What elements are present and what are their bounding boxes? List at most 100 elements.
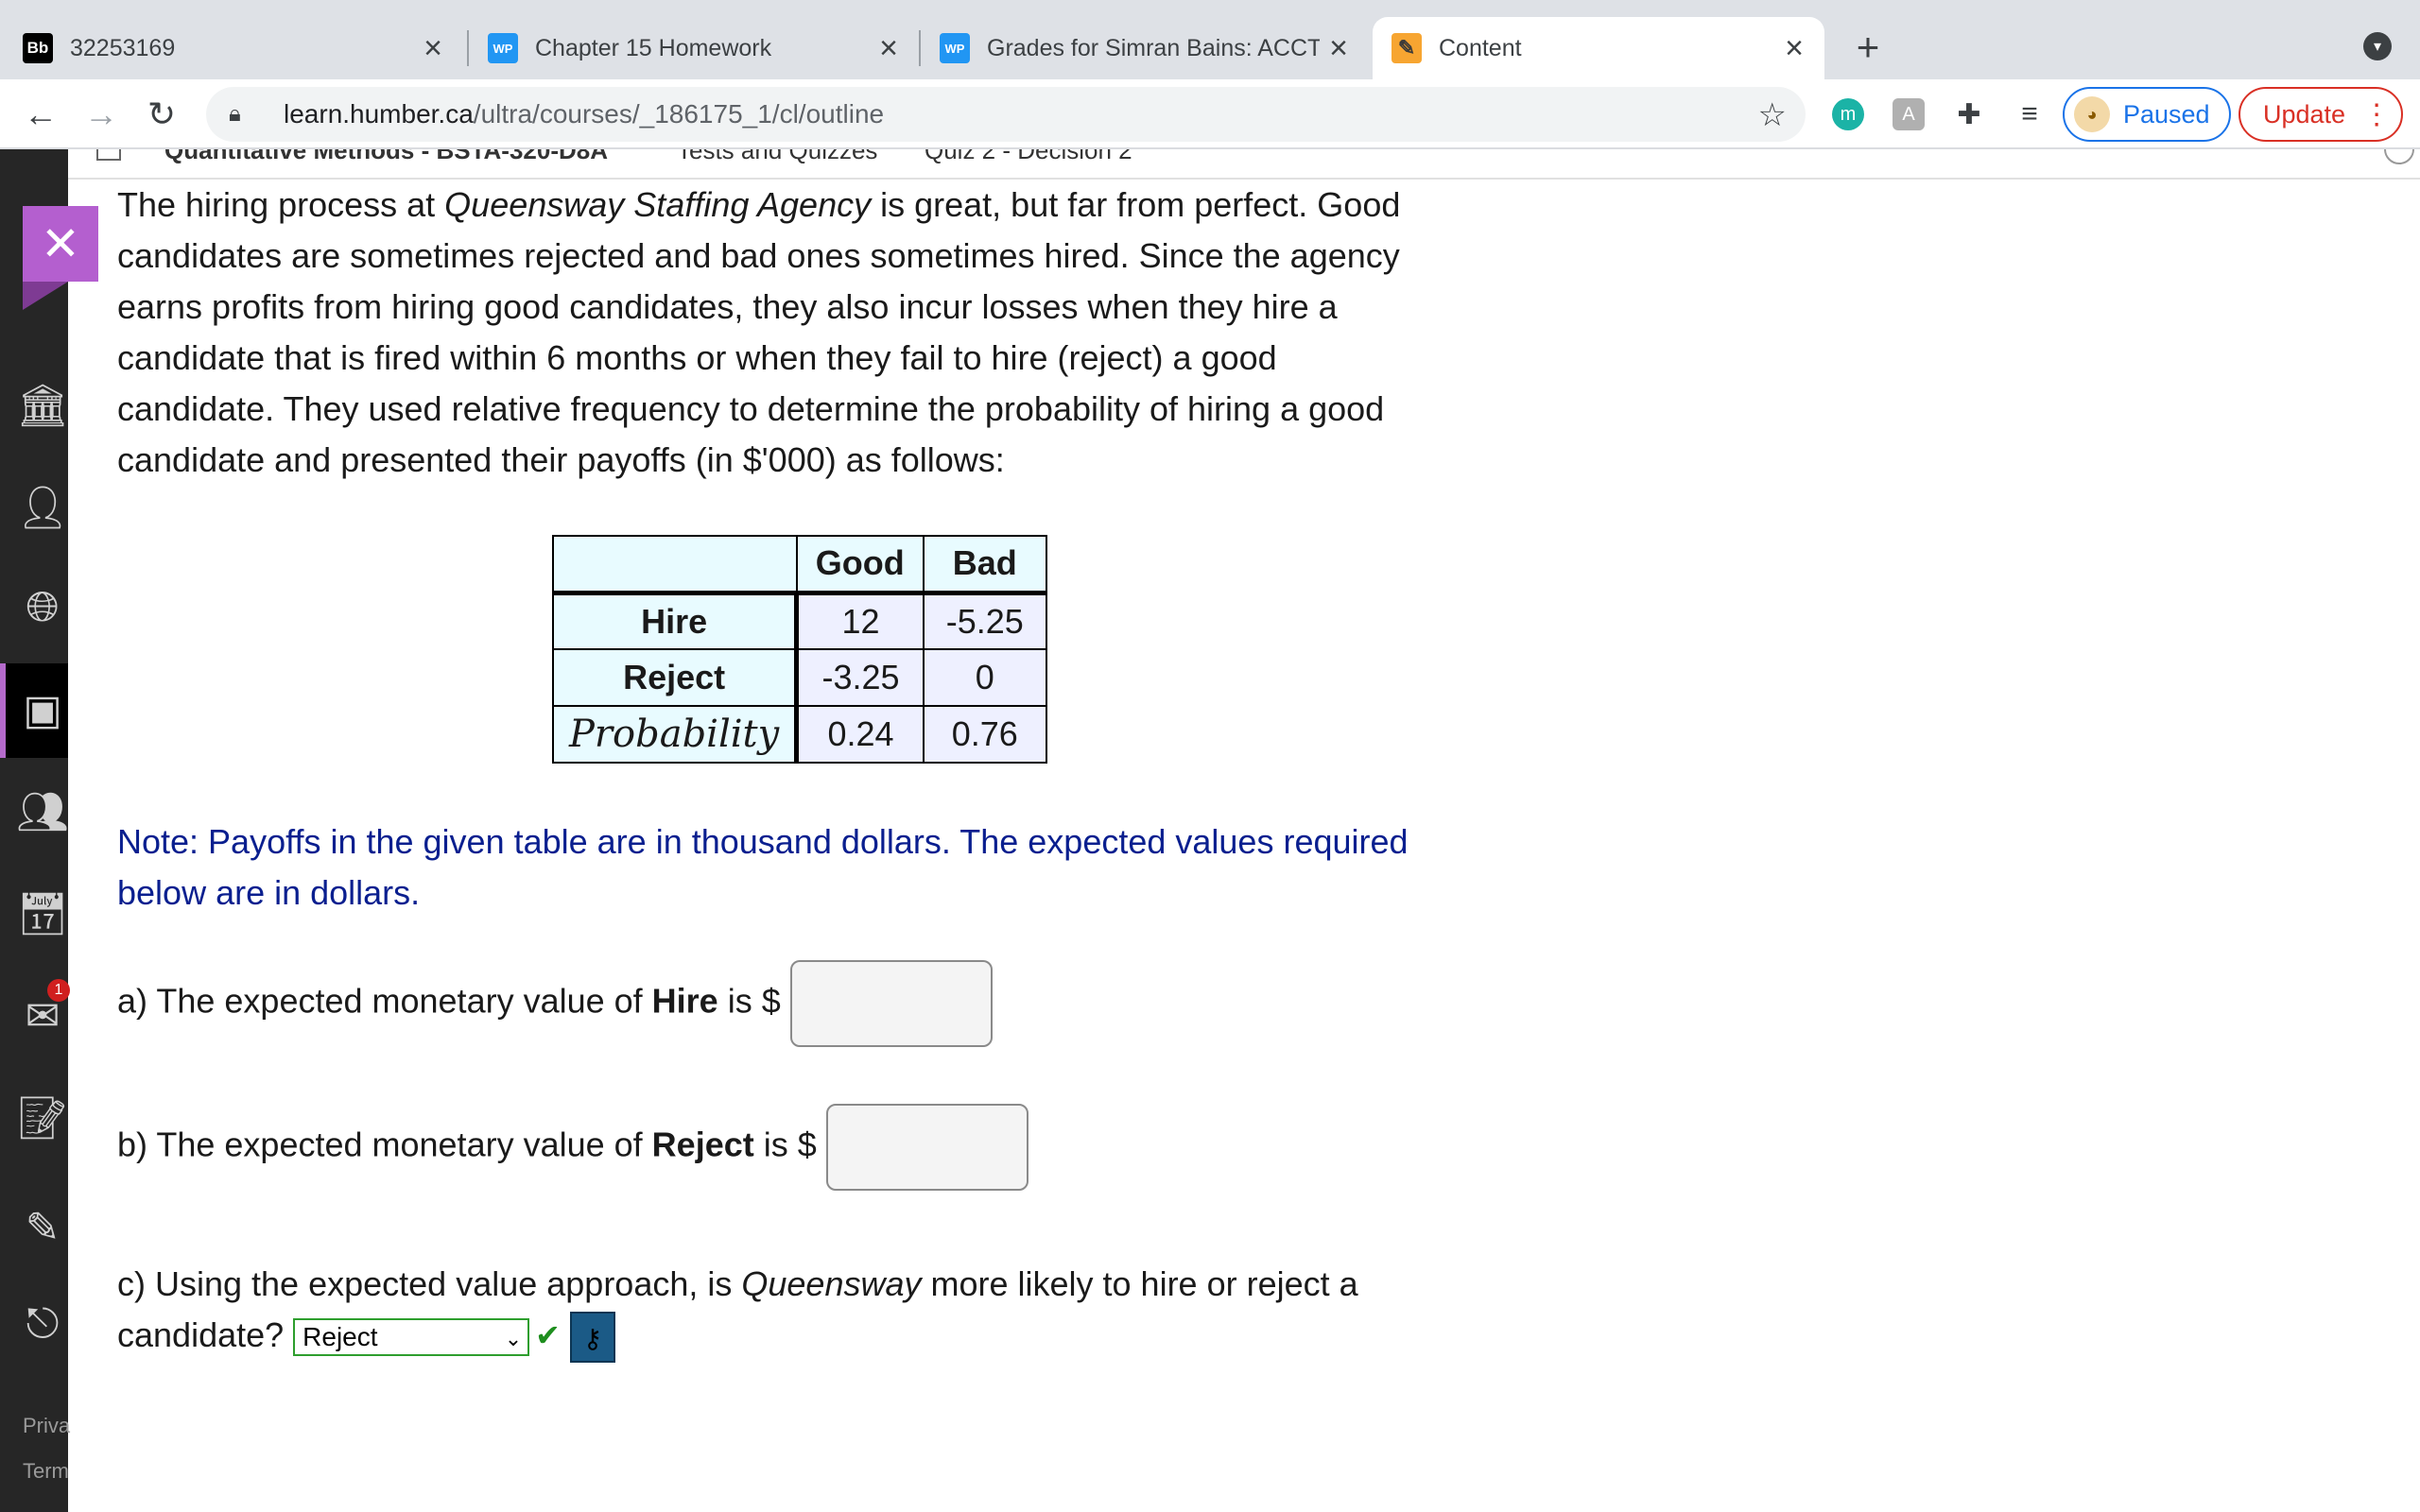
close-panel-button[interactable]: ✕	[23, 206, 98, 310]
part-a: a) The expected monetary value of Hire i…	[117, 960, 993, 1047]
globe-icon[interactable]: 🌐︎	[17, 582, 68, 633]
chevron-down-icon: ⌄	[504, 1327, 523, 1351]
hire-emv-input[interactable]	[789, 960, 993, 1047]
cell-reject-good: -3.25	[795, 648, 925, 707]
part-c-line2: candidate? Reject ⌄ ✔ ⚷	[117, 1310, 615, 1364]
correct-check-icon: ✔	[535, 1318, 561, 1352]
profile-icon[interactable]: 👤︎	[16, 482, 69, 533]
close-tab-icon[interactable]: ×	[1775, 29, 1813, 67]
institution-icon[interactable]: 🏛︎	[16, 380, 69, 431]
payoff-table: Good Bad Hire 12 -5.25 Reject -3.25 0 Pr…	[552, 535, 1047, 764]
cell-probability-good: 0.24	[795, 705, 925, 764]
reject-emv-input[interactable]	[825, 1104, 1028, 1191]
part-b-suffix: is $	[753, 1125, 817, 1164]
tab-search-icon[interactable]: ▾	[2363, 32, 2392, 60]
part-c: c) Using the expected value approach, is…	[117, 1259, 1358, 1310]
close-tab-icon[interactable]: ×	[1320, 29, 1357, 67]
extensions-puzzle-icon[interactable]: ✚	[1953, 98, 1985, 130]
part-c-italic: Queensway	[741, 1264, 922, 1303]
reload-icon[interactable]: ↻	[138, 91, 185, 138]
intro-text-2: is great, but far from perfect. Good can…	[117, 185, 1401, 479]
part-a-text: a) The expected monetary value of	[117, 981, 652, 1021]
messages-badge: 1	[47, 979, 70, 1002]
breadcrumb: Quantitative Methods - BSTA-320-D8A Test…	[68, 149, 2420, 180]
kebab-menu-icon[interactable]: ⋮	[2362, 98, 2391, 131]
courses-icon[interactable]: ▣	[17, 684, 68, 735]
profile-avatar: ◕	[2074, 96, 2110, 132]
close-tab-icon[interactable]: ×	[870, 29, 908, 67]
part-b: b) The expected monetary value of Reject…	[117, 1104, 1028, 1191]
extension-m-icon[interactable]: m	[1832, 98, 1864, 130]
tab-content[interactable]: ✎ Content ×	[1373, 17, 1824, 79]
breadcrumb-item: Quiz 2 - Decision 2	[925, 149, 1132, 164]
lock-icon[interactable]: 🔒︎	[229, 101, 263, 128]
url-text: learn.humber.ca/ultra/courses/_186175_1/…	[284, 99, 884, 129]
tab-title: Grades for Simran Bains: ACCT	[987, 34, 1320, 61]
part-c-suffix: more likely to hire or reject a	[921, 1264, 1358, 1303]
part-a-bold: Hire	[651, 981, 718, 1021]
browser-tab-strip: Bb 32253169 × WP Chapter 15 Homework × W…	[0, 0, 2420, 79]
breadcrumb-course[interactable]: Quantitative Methods - BSTA-320-D8A	[164, 149, 608, 165]
back-arrow-icon[interactable]: ←	[17, 91, 64, 138]
table-row: Hire 12 -5.25	[552, 592, 1047, 650]
cell-hire-good: 12	[795, 592, 925, 650]
question-intro: The hiring process at Queensway Staffing…	[117, 180, 1441, 486]
url-host: learn.humber.ca	[284, 99, 474, 129]
table-row: Reject -3.25 0	[552, 648, 1047, 707]
cell-hire-bad: -5.25	[922, 592, 1047, 650]
table-corner-cell	[552, 535, 798, 595]
grades-icon[interactable]: 📝︎	[16, 1092, 69, 1143]
terms-link[interactable]: Term	[23, 1459, 69, 1484]
table-header-row: Good Bad	[552, 535, 1047, 595]
tab-title: Content	[1439, 34, 1522, 61]
column-header-good: Good	[795, 535, 925, 595]
row-header-reject: Reject	[552, 648, 800, 707]
wileyplus-favicon-icon: WP	[940, 33, 970, 63]
part-a-suffix: is $	[717, 981, 781, 1021]
cell-reject-bad: 0	[922, 648, 1047, 707]
profile-status-label: Paused	[2123, 99, 2210, 129]
groups-icon[interactable]: 👥︎	[16, 786, 69, 837]
column-header-bad: Bad	[922, 535, 1047, 595]
course-icon	[96, 149, 121, 161]
table-row: Probability 0.24 0.76	[552, 705, 1047, 764]
wileyplus-favicon-icon: WP	[488, 33, 518, 63]
close-tab-icon[interactable]: ×	[414, 29, 452, 67]
part-b-text: b) The expected monetary value of	[117, 1125, 652, 1164]
part-c-text: c) Using the expected value approach, is	[117, 1264, 742, 1303]
bookmark-star-icon[interactable]: ☆	[1758, 96, 1787, 134]
calendar-icon[interactable]: 📅︎	[16, 888, 69, 939]
part-c-candidate-text: candidate?	[117, 1315, 285, 1354]
tab-title: Chapter 15 Homework	[535, 34, 772, 61]
url-path: /ultra/courses/_186175_1/cl/outline	[473, 99, 885, 129]
tab-blackboard[interactable]: Bb 32253169 ×	[0, 17, 463, 79]
row-header-probability: Probability	[552, 705, 800, 764]
update-label: Update	[2263, 99, 2346, 129]
pencil-favicon-icon: ✎	[1392, 33, 1422, 63]
tools-edit-icon[interactable]: ✎	[17, 1202, 68, 1253]
part-b-bold: Reject	[651, 1125, 754, 1164]
update-button[interactable]: Update ⋮	[2238, 87, 2403, 142]
new-tab-button[interactable]: +	[1845, 25, 1891, 70]
blackboard-favicon-icon: Bb	[23, 33, 53, 63]
dropdown-selected-value: Reject	[302, 1322, 378, 1352]
cell-probability-bad: 0.76	[922, 705, 1047, 764]
breadcrumb-section[interactable]: Tests and Quizzes	[677, 149, 877, 165]
extension-translate-icon[interactable]: A	[1893, 98, 1925, 130]
key-icon[interactable]: ⚷	[569, 1312, 615, 1364]
intro-text-1: The hiring process at	[117, 185, 445, 224]
payoff-note: Note: Payoffs in the given table are in …	[117, 822, 1409, 912]
media-queue-icon[interactable]: ≡	[2014, 98, 2046, 130]
hire-or-reject-dropdown[interactable]: Reject ⌄	[293, 1318, 530, 1357]
privacy-link[interactable]: Priva	[23, 1414, 70, 1438]
tab-chapter-15-homework[interactable]: WP Chapter 15 Homework ×	[469, 17, 919, 79]
close-icon[interactable]	[2384, 149, 2414, 164]
address-bar[interactable]: 🔒︎ learn.humber.ca/ultra/courses/_186175…	[206, 87, 1806, 142]
profile-paused-button[interactable]: ◕ Paused	[2063, 87, 2231, 142]
tab-title: 32253169	[70, 34, 176, 61]
agency-name: Queensway Staffing Agency	[444, 185, 872, 224]
browser-toolbar: ← → ↻ 🔒︎ learn.humber.ca/ultra/courses/_…	[0, 79, 2420, 149]
sign-out-icon[interactable]: ⎋	[17, 1298, 68, 1349]
tab-grades[interactable]: WP Grades for Simran Bains: ACCT ×	[921, 17, 1369, 79]
forward-arrow-icon[interactable]: →	[78, 91, 125, 138]
